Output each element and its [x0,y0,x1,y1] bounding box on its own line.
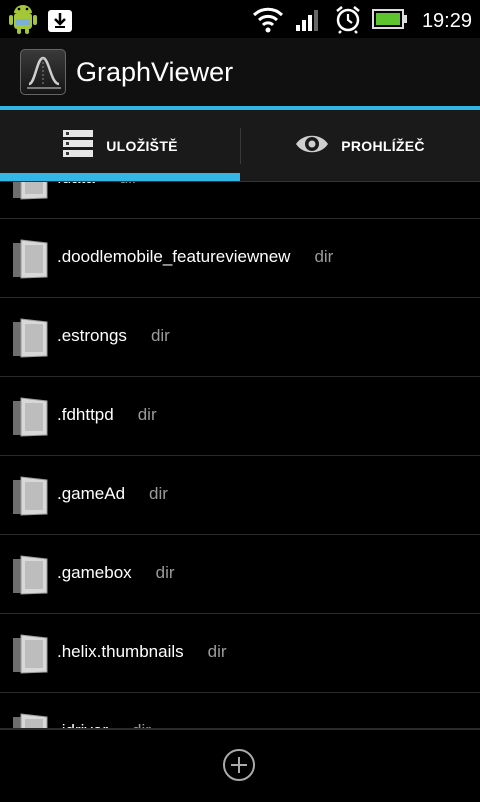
folder-icon [12,318,48,358]
item-name: .gameAd [57,484,126,503]
item-type: dir [132,721,151,728]
item-type: dir [150,326,170,345]
folder-icon [12,397,48,437]
add-circle-icon[interactable] [222,748,256,782]
file-list[interactable]: .datadir.doodlemobile_featureviewnewdir.… [0,182,480,728]
graph-app-icon[interactable] [20,49,66,95]
list-item-text: .fdhttpd dir [57,405,157,425]
download-icon [46,4,74,39]
tab-viewer[interactable]: PROHLÍŽEČ [240,110,480,182]
item-type: dir [149,484,168,503]
list-item-text: .estrongs dir [57,326,170,346]
item-name: .fdhttpd [57,405,114,424]
list-item[interactable]: .idriver dir [0,693,480,728]
folder-icon [12,555,48,595]
alarm-icon [334,4,362,39]
folder-icon [12,182,48,200]
list-item-text: .gamebox dir [57,563,175,583]
storage-icon [62,129,94,164]
tab-storage-label: ULOŽIŠTĚ [106,138,178,154]
list-item-text: .gameAd dir [57,484,168,504]
item-name: .gamebox [57,563,132,582]
list-item-text: .helix.thumbnails dir [57,642,227,662]
bottom-bar [0,728,480,802]
item-name: .estrongs [57,326,127,345]
battery-icon [371,8,408,35]
eye-icon [295,132,329,161]
item-name: .doodlemobile_featureviewnew [57,247,291,266]
list-item[interactable]: .fdhttpd dir [0,377,480,456]
item-name: .idriver [57,721,108,728]
item-type: dir [137,405,157,424]
item-name: .data [57,182,95,187]
folder-icon [12,634,48,674]
folder-icon [12,476,48,516]
list-item[interactable]: .data dir [0,182,480,219]
list-item-text: .data dir [57,182,138,188]
status-bar: 19:29 [0,0,480,38]
status-time: 19:29 [421,10,472,32]
list-item[interactable]: .helix.thumbnails dir [0,614,480,693]
list-item[interactable]: .doodlemobile_featureviewnew dir [0,219,480,298]
item-name: .helix.thumbnails [57,642,184,661]
wifi-icon [252,5,284,38]
action-bar: GraphViewer [0,38,480,106]
folder-icon [12,713,48,728]
item-type: dir [314,247,334,266]
item-type: dir [155,563,175,582]
tab-viewer-label: PROHLÍŽEČ [341,138,425,154]
item-type: dir [207,642,227,661]
app-title: GraphViewer [76,56,234,87]
list-item[interactable]: .gamebox dir [0,535,480,614]
android-notification-icon [8,3,38,40]
tab-bar: ULOŽIŠTĚ PROHLÍŽEČ [0,110,480,182]
list-item[interactable]: .estrongs dir [0,298,480,377]
tab-storage[interactable]: ULOŽIŠTĚ [0,110,240,182]
list-item-text: .idriver dir [57,721,151,728]
list-item[interactable]: .gameAd dir [0,456,480,535]
signal-icon [294,5,324,38]
list-item-text: .doodlemobile_featureviewnew dir [57,247,333,267]
selected-tab-indicator [0,173,240,181]
item-type: dir [119,182,138,187]
folder-icon [12,239,48,279]
